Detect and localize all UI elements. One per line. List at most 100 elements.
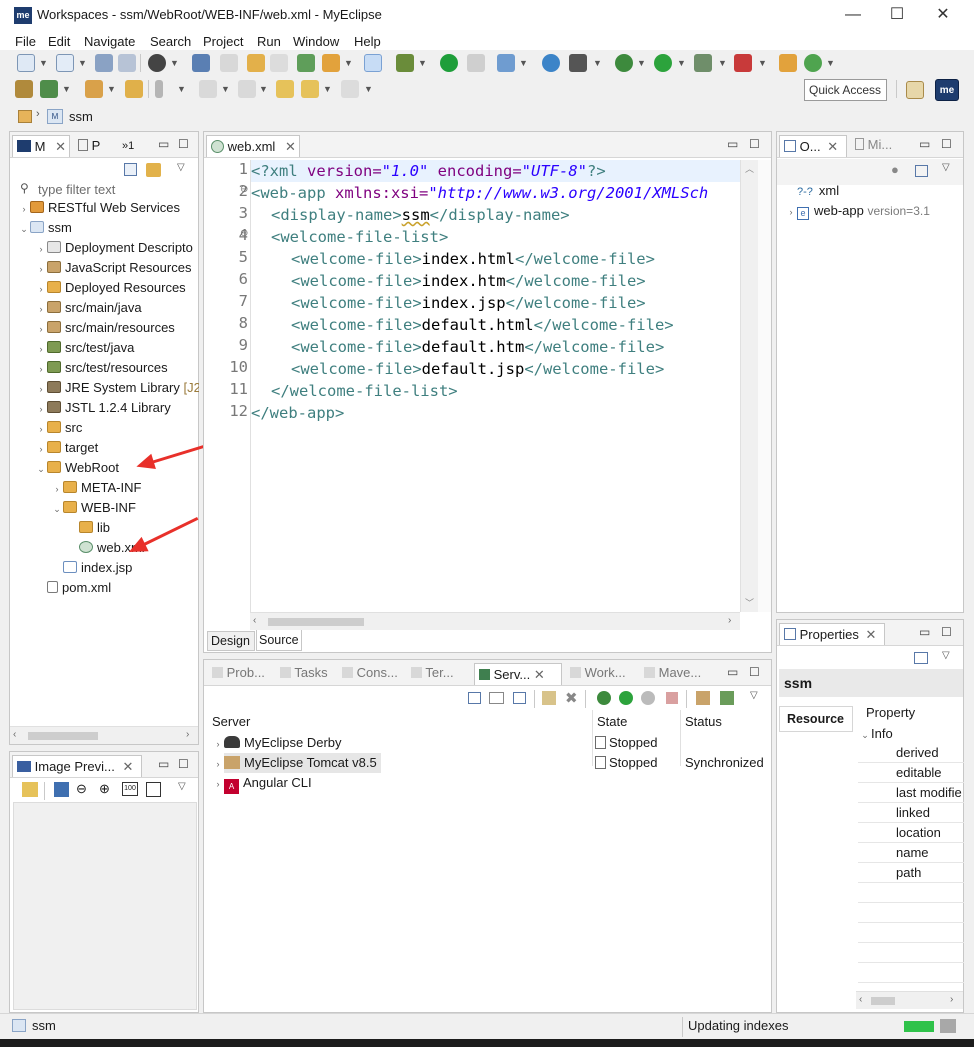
tab-image-preview[interactable]: Image Previ... ✕ (12, 755, 142, 777)
server-row-tomcat[interactable]: › MyEclipse Tomcat v8.5 (212, 753, 381, 773)
close-icon[interactable]: ✕ (285, 139, 296, 154)
user-icon[interactable] (148, 54, 166, 72)
tree-item-web-inf[interactable]: ⌄ WEB-INF (51, 498, 136, 518)
expand-icon[interactable]: › (51, 479, 63, 499)
scroll-up-icon[interactable]: ︿ (745, 162, 754, 175)
expand-icon[interactable]: › (35, 239, 47, 258)
sort-icon[interactable] (915, 165, 928, 177)
collapse-icon[interactable]: ⌄ (18, 219, 30, 239)
tree-item-src-main-java[interactable]: › src/main/java (35, 298, 142, 318)
scroll-thumb[interactable] (28, 732, 98, 740)
open-task-icon[interactable] (40, 80, 58, 98)
search-icon[interactable] (497, 54, 515, 72)
link-icon[interactable] (22, 782, 38, 797)
close-icon[interactable]: ✕ (866, 627, 877, 642)
menu-navigate[interactable]: Navigate (84, 34, 135, 49)
scroll-thumb[interactable] (871, 997, 895, 1005)
menu-search[interactable]: Search (150, 34, 191, 49)
start-server-icon[interactable] (619, 691, 633, 705)
tab-servers[interactable]: Serv... ✕ (474, 663, 562, 685)
expand-icon[interactable]: › (35, 419, 47, 439)
save-all-icon[interactable] (118, 54, 136, 72)
undo-icon[interactable] (247, 54, 265, 72)
save-icon[interactable] (95, 54, 113, 72)
tab-resource[interactable]: Resource (779, 706, 853, 732)
horizontal-scrollbar[interactable]: ‹ › (250, 612, 740, 630)
tab-terminal[interactable]: Ter... (407, 662, 458, 684)
zoom-in-icon[interactable]: ⊕ (99, 781, 110, 797)
open-type-icon[interactable] (15, 80, 33, 98)
view-menu-icon[interactable]: ▽ (177, 162, 185, 173)
menu-edit[interactable]: Edit (48, 34, 70, 49)
tab-maven[interactable]: Mave... (640, 662, 705, 684)
maximize-button[interactable]: ☐ (882, 4, 912, 26)
close-icon[interactable]: ✕ (122, 759, 133, 774)
refresh-icon[interactable] (804, 54, 822, 72)
stop-server-icon[interactable] (666, 692, 678, 704)
maximize-view-button[interactable]: ☐ (178, 757, 189, 771)
menu-window[interactable]: Window (293, 34, 339, 49)
close-icon[interactable]: ✕ (534, 667, 545, 682)
collapse-icon[interactable]: ● (891, 162, 899, 177)
redo-icon[interactable] (270, 54, 288, 72)
tab-project-explorer[interactable]: P (74, 135, 104, 157)
breadcrumb-item-ssm[interactable]: ssm (69, 109, 93, 124)
maximize-view-button[interactable]: ☐ (178, 137, 189, 151)
open-perspective-icon[interactable] (906, 81, 924, 99)
tree-item-meta-inf[interactable]: › META-INF (51, 478, 142, 499)
expand-icon[interactable]: › (35, 299, 47, 319)
tree-item-ssm[interactable]: ⌄ ssm (18, 218, 72, 238)
property-row[interactable]: derived (858, 743, 964, 763)
next-annotation-icon[interactable] (199, 80, 217, 98)
maximize-view-button[interactable]: ☐ (941, 137, 952, 151)
zoom-out-icon[interactable]: ⊖ (76, 781, 87, 797)
property-row[interactable]: last modifie (858, 783, 964, 803)
horizontal-scrollbar[interactable]: ‹ › (856, 991, 963, 1009)
chevron-down-icon[interactable]: ▼ (177, 80, 186, 98)
column-header-server[interactable]: Server (212, 714, 250, 729)
tree-item-src-test-resources[interactable]: › src/test/resources (35, 358, 168, 378)
chevron-down-icon[interactable]: ▼ (519, 54, 528, 72)
keyboard-icon[interactable] (467, 54, 485, 72)
scroll-thumb[interactable] (268, 618, 364, 626)
scroll-left-icon[interactable]: ‹ (253, 615, 256, 626)
minimize-view-button[interactable]: ▭ (158, 757, 169, 771)
outline-item-xml[interactable]: ?-? xml (797, 181, 839, 201)
expand-icon[interactable]: › (212, 734, 224, 754)
publish-icon[interactable] (696, 691, 710, 705)
collapse-all-icon[interactable] (468, 692, 481, 704)
property-row[interactable]: linked (858, 803, 964, 823)
menu-file[interactable]: File (15, 34, 36, 49)
menu-help[interactable]: Help (354, 34, 381, 49)
menu-run[interactable]: Run (257, 34, 281, 49)
filter-input[interactable]: type filter text (38, 182, 115, 197)
external-tools-icon[interactable] (734, 54, 752, 72)
close-button[interactable]: ✕ (928, 4, 958, 26)
tree-item-restful[interactable]: › RESTful Web Services (18, 198, 180, 218)
property-row[interactable]: editable (858, 763, 964, 783)
scroll-right-icon[interactable]: › (950, 994, 953, 1005)
scroll-right-icon[interactable]: › (186, 729, 189, 740)
tree-item-lib[interactable]: lib (67, 518, 110, 538)
chevron-down-icon[interactable]: ▼ (323, 80, 332, 98)
chevron-down-icon[interactable]: ▼ (259, 80, 268, 98)
close-icon[interactable]: ✕ (827, 139, 838, 154)
expand-icon[interactable]: › (35, 339, 47, 359)
view-menu-icon[interactable]: ▽ (178, 781, 186, 792)
chevron-down-icon[interactable]: ▼ (39, 54, 48, 72)
tab-problems[interactable]: Prob... (208, 662, 269, 684)
console-icon[interactable] (192, 54, 210, 72)
horizontal-scrollbar[interactable]: ‹ › (10, 726, 198, 744)
progress-view-icon[interactable] (940, 1019, 956, 1033)
back-icon[interactable] (301, 80, 319, 98)
expand-icon[interactable]: › (35, 359, 47, 379)
tree-item-deployment-descriptor[interactable]: › Deployment Descripto (35, 238, 199, 258)
chevron-down-icon[interactable]: ▼ (221, 80, 230, 98)
property-row[interactable]: name (858, 843, 964, 863)
server-row-angular[interactable]: › A Angular CLI (212, 773, 312, 794)
progress-bar[interactable] (904, 1021, 934, 1032)
expand-icon[interactable]: › (212, 774, 224, 794)
scroll-left-icon[interactable]: ‹ (859, 994, 862, 1005)
tab-properties[interactable]: Properties ✕ (779, 623, 885, 645)
expand-icon[interactable]: › (212, 754, 224, 774)
